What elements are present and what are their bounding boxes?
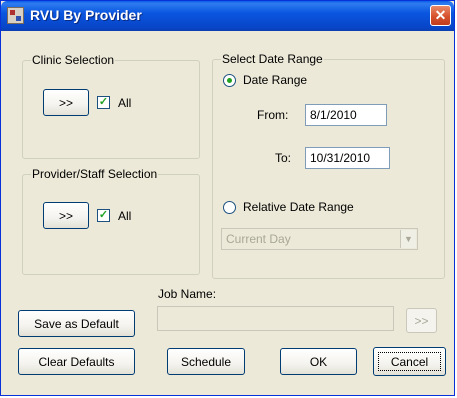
relative-date-range-label: Relative Date Range [243,200,354,214]
provider-all-checkbox[interactable]: ✓ [97,209,110,222]
relative-date-range-select[interactable]: Current Day ▼ [221,228,418,250]
rvu-by-provider-dialog: RVU By Provider ✕ Clinic Selection >> ✓ … [0,0,455,396]
date-range-radio[interactable] [223,74,236,87]
date-range-legend: Select Date Range [222,52,323,66]
app-icon [7,7,24,24]
job-name-browse-button[interactable]: >> [406,308,437,333]
date-range-label: Date Range [243,73,308,87]
relative-date-range-value: Current Day [226,232,291,246]
window-title: RVU By Provider [30,7,142,23]
to-date-field[interactable]: 10/31/2010 [305,147,390,169]
cancel-button[interactable]: Cancel [373,347,446,376]
close-button[interactable]: ✕ [430,5,451,26]
job-name-label: Job Name: [158,287,217,301]
clear-defaults-button[interactable]: Clear Defaults [18,348,135,375]
chevron-down-icon: ▼ [400,230,416,248]
schedule-button[interactable]: Schedule [167,348,245,375]
check-mark-icon: ✓ [98,209,109,221]
clinic-select-button[interactable]: >> [43,89,89,116]
from-date-field[interactable]: 8/1/2010 [305,104,387,126]
provider-select-button[interactable]: >> [43,202,89,229]
title-bar[interactable]: RVU By Provider ✕ [1,1,454,31]
job-name-field[interactable] [157,306,394,331]
provider-selection-legend: Provider/Staff Selection [32,167,158,181]
to-label: To: [275,151,292,165]
from-label: From: [257,108,289,122]
clinic-selection-legend: Clinic Selection [32,53,115,67]
clinic-all-checkbox[interactable]: ✓ [97,96,110,109]
relative-date-range-radio[interactable] [223,201,236,214]
ok-button[interactable]: OK [280,348,357,375]
check-mark-icon: ✓ [98,96,109,108]
focus-ring [378,352,441,371]
save-as-default-button[interactable]: Save as Default [18,310,135,337]
clinic-all-label: All [118,96,132,110]
provider-all-label: All [118,209,132,223]
